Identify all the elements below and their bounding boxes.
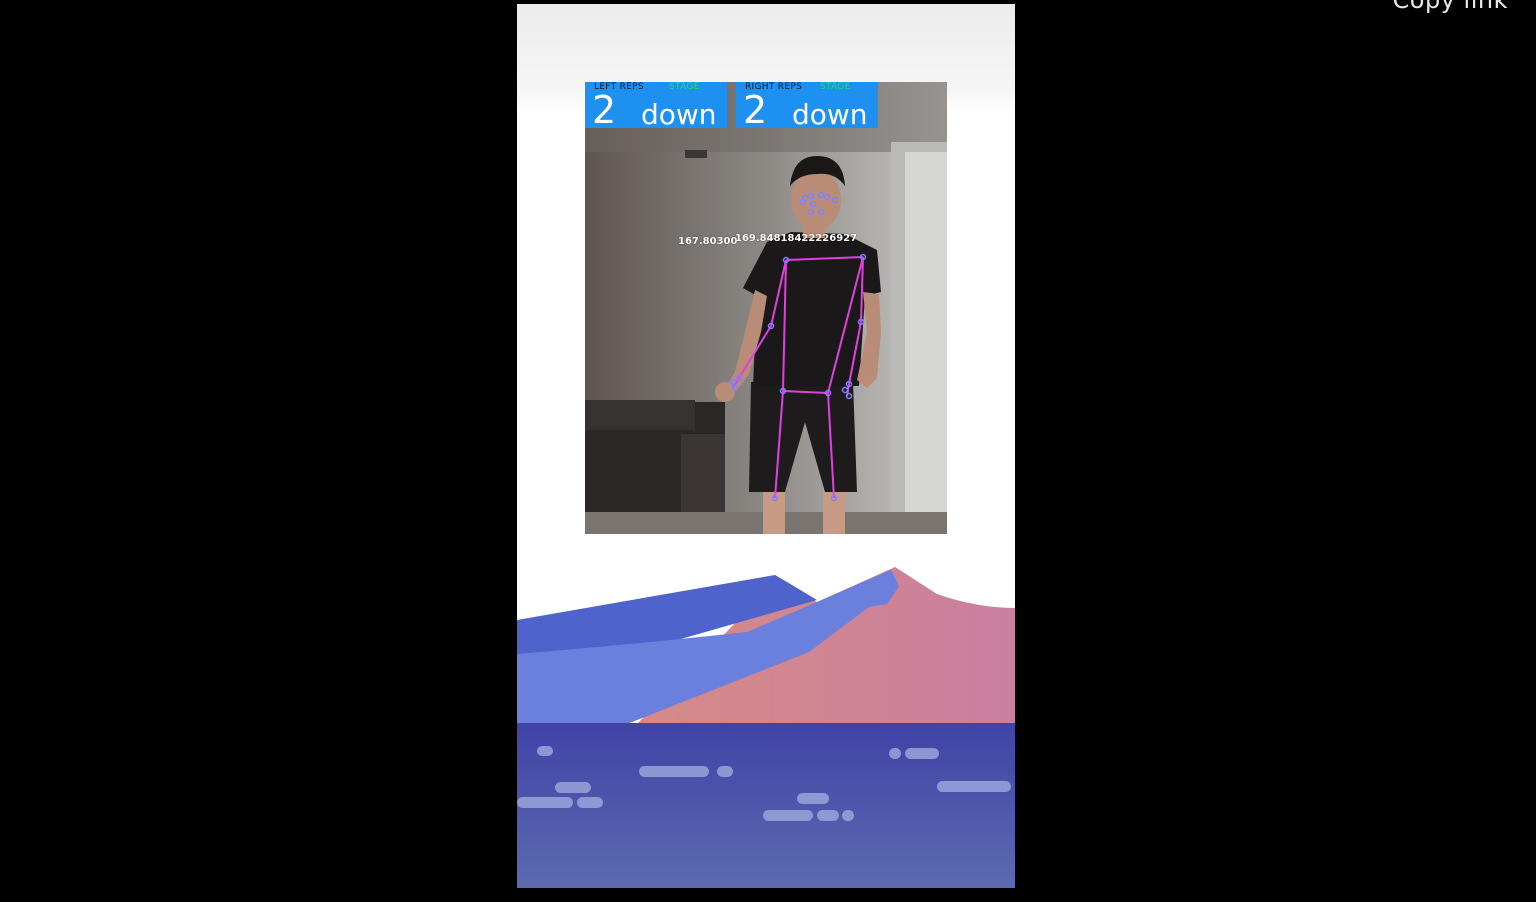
- right-stage-label: STAGE: [820, 82, 851, 92]
- left-stage-label: STAGE: [669, 82, 700, 92]
- pose-skeleton-overlay: [729, 191, 867, 502]
- right-elbow-angle-label: 169.84818422226927: [735, 233, 858, 244]
- left-elbow-angle-label: 167.80300: [678, 236, 738, 247]
- copy-link-button[interactable]: Copy link: [1393, 0, 1508, 14]
- right-reps-counter: RIGHT REPS STAGE 2 down: [736, 82, 878, 132]
- right-reps-value: 2: [743, 88, 768, 132]
- phone-video-frame: 167.80300 169.84818422226927 LEFT REPS S…: [517, 4, 1015, 888]
- left-reps-counter: LEFT REPS STAGE 2 down: [585, 82, 727, 132]
- left-reps-value: 2: [592, 88, 617, 132]
- pose-camera-feed: 167.80300 169.84818422226927 LEFT REPS S…: [585, 82, 947, 534]
- left-stage-value: down: [641, 98, 717, 131]
- right-stage-value: down: [792, 98, 868, 131]
